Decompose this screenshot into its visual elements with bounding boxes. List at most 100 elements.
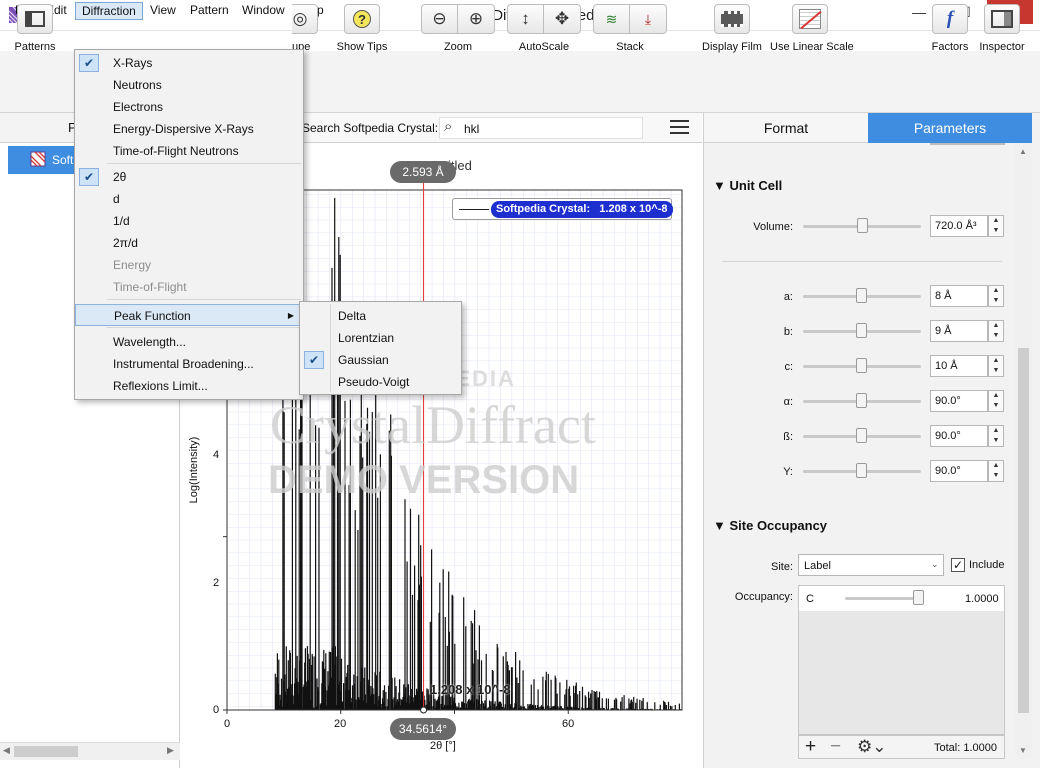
menu-item[interactable]: Time-of-Flight Neutrons — [75, 140, 303, 162]
remove-icon[interactable]: − — [830, 736, 841, 758]
site-occupancy-header[interactable]: ▼ Site Occupancy — [713, 518, 827, 533]
menu-lines-icon[interactable] — [670, 120, 689, 134]
occupancy-row[interactable]: C 1.0000 — [799, 586, 1004, 611]
volume-stepper[interactable]: ▲ ▼ — [988, 215, 1004, 237]
submenu-item[interactable]: ✔ Gaussian — [300, 349, 461, 371]
zoom-label: Zoom — [443, 41, 473, 53]
param-field[interactable]: 10 Å — [930, 355, 988, 377]
menu-diffraction[interactable]: Diffraction — [75, 2, 143, 20]
param-slider-knob[interactable] — [856, 288, 867, 303]
crystal-icon — [30, 151, 46, 167]
param-slider-knob[interactable] — [856, 463, 867, 478]
param-slider-knob[interactable] — [856, 428, 867, 443]
menu-pattern[interactable]: Pattern — [184, 2, 235, 20]
display-film-tool[interactable]: Display Film — [700, 4, 764, 60]
zoom-out-icon[interactable]: ⊖ — [421, 4, 458, 34]
submenu-item[interactable]: Pseudo-Voigt — [300, 371, 461, 393]
site-label: Site: — [770, 561, 793, 573]
search-input[interactable]: ⌕ hkl — [439, 117, 643, 139]
factors-tool[interactable]: f Factors — [930, 4, 970, 60]
checkmark-icon: ✔ — [79, 54, 99, 72]
menu-window[interactable]: Window — [236, 2, 291, 20]
autoscale-all-icon[interactable]: ✥ — [544, 4, 581, 34]
stack-icon[interactable]: ≋ — [593, 4, 630, 34]
menu-item-label: Instrumental Broadening... — [113, 357, 254, 371]
occupancy-element: C — [806, 593, 814, 605]
param-field[interactable]: 90.0° — [930, 390, 988, 412]
tab-format[interactable]: Format — [704, 113, 868, 143]
inspector-icon — [984, 4, 1020, 34]
menu-item[interactable]: Reflexions Limit... — [75, 375, 303, 397]
menu-item[interactable]: Wavelength... — [75, 331, 303, 353]
menu-item[interactable]: 2π/d — [75, 232, 303, 254]
occupancy-slider-knob[interactable] — [913, 590, 924, 605]
param-stepper[interactable]: ▲ ▼ — [988, 355, 1004, 377]
param-slider-knob[interactable] — [856, 323, 867, 338]
autoscale-vertical-icon[interactable]: ↕ — [507, 4, 544, 34]
menu-item[interactable]: Peak Function ▶ — [75, 304, 303, 326]
zoom-tool[interactable]: ⊖ ⊕ Zoom — [420, 4, 496, 60]
menu-view[interactable]: View — [144, 2, 182, 20]
unstack-icon[interactable]: ⤓ — [630, 4, 667, 34]
autoscale-tool[interactable]: ↕ ✥ AutoScale — [505, 4, 583, 60]
zoom-in-icon[interactable]: ⊕ — [458, 4, 495, 34]
param-field[interactable]: 8 Å — [930, 285, 988, 307]
menu-item-label: d — [113, 192, 120, 206]
param-slider-knob[interactable] — [856, 393, 867, 408]
menu-item[interactable]: Neutrons — [75, 74, 303, 96]
menu-item-label: Energy-Dispersive X-Rays — [113, 122, 254, 136]
stack-tool[interactable]: ≋ ⤓ Stack — [592, 4, 668, 60]
scroll-thumb-v[interactable] — [1018, 348, 1029, 713]
add-icon[interactable]: + — [805, 736, 816, 758]
volume-slider-knob[interactable] — [857, 218, 868, 233]
volume-field[interactable]: 720.0 Å³ — [930, 215, 988, 237]
include-checkbox[interactable]: ✓ — [951, 558, 965, 572]
occupancy-slider[interactable] — [845, 597, 917, 600]
menu-separator — [107, 163, 301, 164]
sidebar-hscrollbar[interactable]: ◀ ▶ — [0, 742, 180, 760]
param-field[interactable]: 9 Å — [930, 320, 988, 342]
y-tick-4: 4 — [213, 449, 220, 461]
occupancy-total: Total: 1.0000 — [934, 742, 997, 754]
display-film-label: Display Film — [702, 41, 762, 53]
param-label: b: — [783, 326, 793, 338]
scroll-left-icon[interactable]: ◀ — [3, 745, 10, 756]
param-stepper[interactable]: ▲ ▼ — [988, 390, 1004, 412]
menu-item[interactable]: 1/d — [75, 210, 303, 232]
param-field[interactable]: 90.0° — [930, 460, 988, 482]
param-field[interactable]: 90.0° — [930, 425, 988, 447]
param-stepper[interactable]: ▲ ▼ — [988, 285, 1004, 307]
site-select[interactable]: Label ⌄ — [798, 554, 944, 576]
menu-item-label: Neutrons — [113, 78, 162, 92]
menu-item[interactable]: Electrons — [75, 96, 303, 118]
inspector-tool[interactable]: Inspector — [976, 4, 1028, 60]
param-slider-knob[interactable] — [856, 358, 867, 373]
submenu-item[interactable]: Lorentzian — [300, 327, 461, 349]
tab-parameters[interactable]: Parameters — [868, 113, 1032, 143]
menu-item[interactable]: ✔ X-Rays — [75, 52, 303, 74]
gear-icon[interactable]: ⚙⌄ — [857, 737, 886, 757]
param-stepper[interactable]: ▲ ▼ — [988, 425, 1004, 447]
menu-item[interactable]: d — [75, 188, 303, 210]
menu-item: Time-of-Flight — [75, 276, 303, 298]
cursor-handle[interactable] — [420, 706, 428, 714]
tips-icon: ? — [344, 4, 380, 34]
inspector-scrollbar[interactable]: ▲ ▼ — [1015, 143, 1032, 758]
scroll-up-icon[interactable]: ▲ — [1019, 147, 1027, 156]
show-tips-tool[interactable]: ? Show Tips — [334, 4, 390, 60]
patterns-tool[interactable]: Patterns — [10, 4, 60, 60]
param-stepper[interactable]: ▲ ▼ — [988, 460, 1004, 482]
unit-cell-header[interactable]: ▼ Unit Cell — [713, 178, 782, 193]
patterns-icon — [17, 4, 53, 34]
menu-item[interactable]: Energy-Dispersive X-Rays — [75, 118, 303, 140]
linear-scale-tool[interactable]: Use Linear Scale — [770, 4, 854, 60]
scroll-down-icon[interactable]: ▼ — [1019, 746, 1027, 755]
menu-item[interactable]: ✔ 2θ — [75, 166, 303, 188]
menu-item[interactable]: Instrumental Broadening... — [75, 353, 303, 375]
submenu-item[interactable]: Delta — [300, 305, 461, 327]
scroll-thumb[interactable] — [14, 746, 78, 757]
param-stepper[interactable]: ▲ ▼ — [988, 320, 1004, 342]
menu-item-label: 2π/d — [113, 236, 138, 250]
scroll-right-icon[interactable]: ▶ — [167, 745, 174, 756]
submenu-item-label: Pseudo-Voigt — [338, 375, 410, 389]
